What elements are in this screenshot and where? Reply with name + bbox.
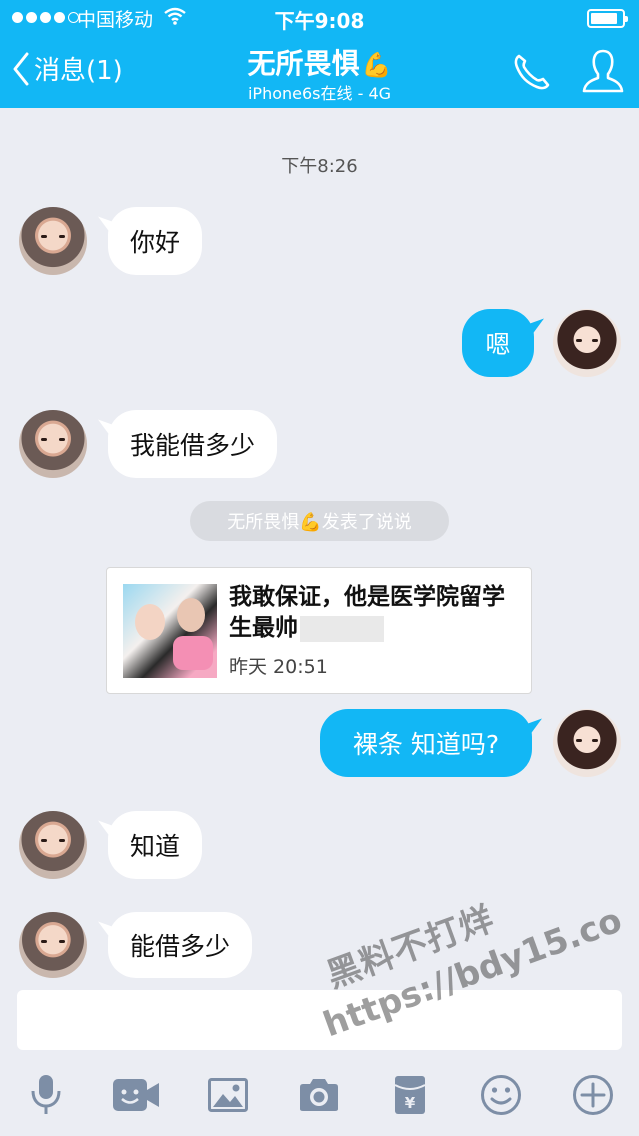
video-icon[interactable]	[111, 1070, 161, 1120]
status-bar: 中国移动 下午9:08	[0, 0, 639, 36]
emoji-icon[interactable]	[476, 1070, 526, 1120]
incoming-message[interactable]: 我能借多少	[108, 410, 278, 478]
message-text: 能借多少	[130, 932, 231, 961]
muscle-emoji: 💪	[361, 51, 392, 79]
incoming-message[interactable]: 知道	[108, 811, 203, 879]
contact-avatar[interactable]	[19, 207, 87, 275]
system-notice: 无所畏惧💪发表了说说	[190, 501, 449, 541]
system-notice-text: 无所畏惧💪发表了说说	[227, 512, 412, 533]
watermark-line-1: 黑料不打烊	[321, 898, 500, 997]
post-text: 我敢保证，他是医学院留学生最帅	[229, 582, 521, 644]
camera-icon[interactable]	[294, 1070, 344, 1120]
svg-text:¥: ¥	[405, 1094, 416, 1112]
plus-icon[interactable]	[568, 1070, 618, 1120]
message-text: 知道	[130, 832, 181, 861]
status-time: 下午9:08	[274, 9, 365, 33]
chat-timestamp: 下午8:26	[281, 156, 358, 177]
message-text: 你好	[130, 228, 181, 257]
chat-header: 中国移动 下午9:08 消息(1) 无所畏惧💪 iPhone6s在线 - 4G	[0, 0, 639, 108]
incoming-message[interactable]: 能借多少	[108, 912, 253, 978]
battery-icon	[587, 9, 628, 28]
contact-avatar[interactable]	[19, 410, 87, 478]
message-text: 我能借多少	[130, 431, 256, 460]
contact-name: 无所畏惧	[247, 47, 360, 80]
my-avatar[interactable]	[553, 309, 621, 377]
post-thumbnail	[123, 584, 217, 678]
incoming-message[interactable]: 你好	[108, 207, 203, 275]
contact-avatar[interactable]	[19, 811, 87, 879]
battery-level	[591, 13, 617, 24]
input-toolbar: ¥	[0, 1070, 639, 1120]
message-text: 嗯	[485, 330, 511, 359]
contact-avatar[interactable]	[19, 912, 87, 978]
image-icon[interactable]	[203, 1070, 253, 1120]
microphone-icon[interactable]	[21, 1070, 71, 1120]
outgoing-message[interactable]: 裸条 知道吗?	[320, 709, 532, 777]
redacted-block	[300, 615, 384, 642]
phone-icon[interactable]	[510, 50, 554, 98]
post-date: 昨天 20:51	[229, 656, 328, 678]
my-avatar[interactable]	[553, 709, 621, 777]
shared-post-card[interactable]: 我敢保证，他是医学院留学生最帅 昨天 20:51	[106, 567, 532, 694]
outgoing-message[interactable]: 嗯	[462, 309, 534, 377]
red-packet-icon[interactable]: ¥	[385, 1070, 435, 1120]
message-text: 裸条 知道吗?	[352, 730, 500, 759]
message-input[interactable]	[17, 990, 622, 1050]
profile-icon[interactable]	[580, 46, 626, 100]
